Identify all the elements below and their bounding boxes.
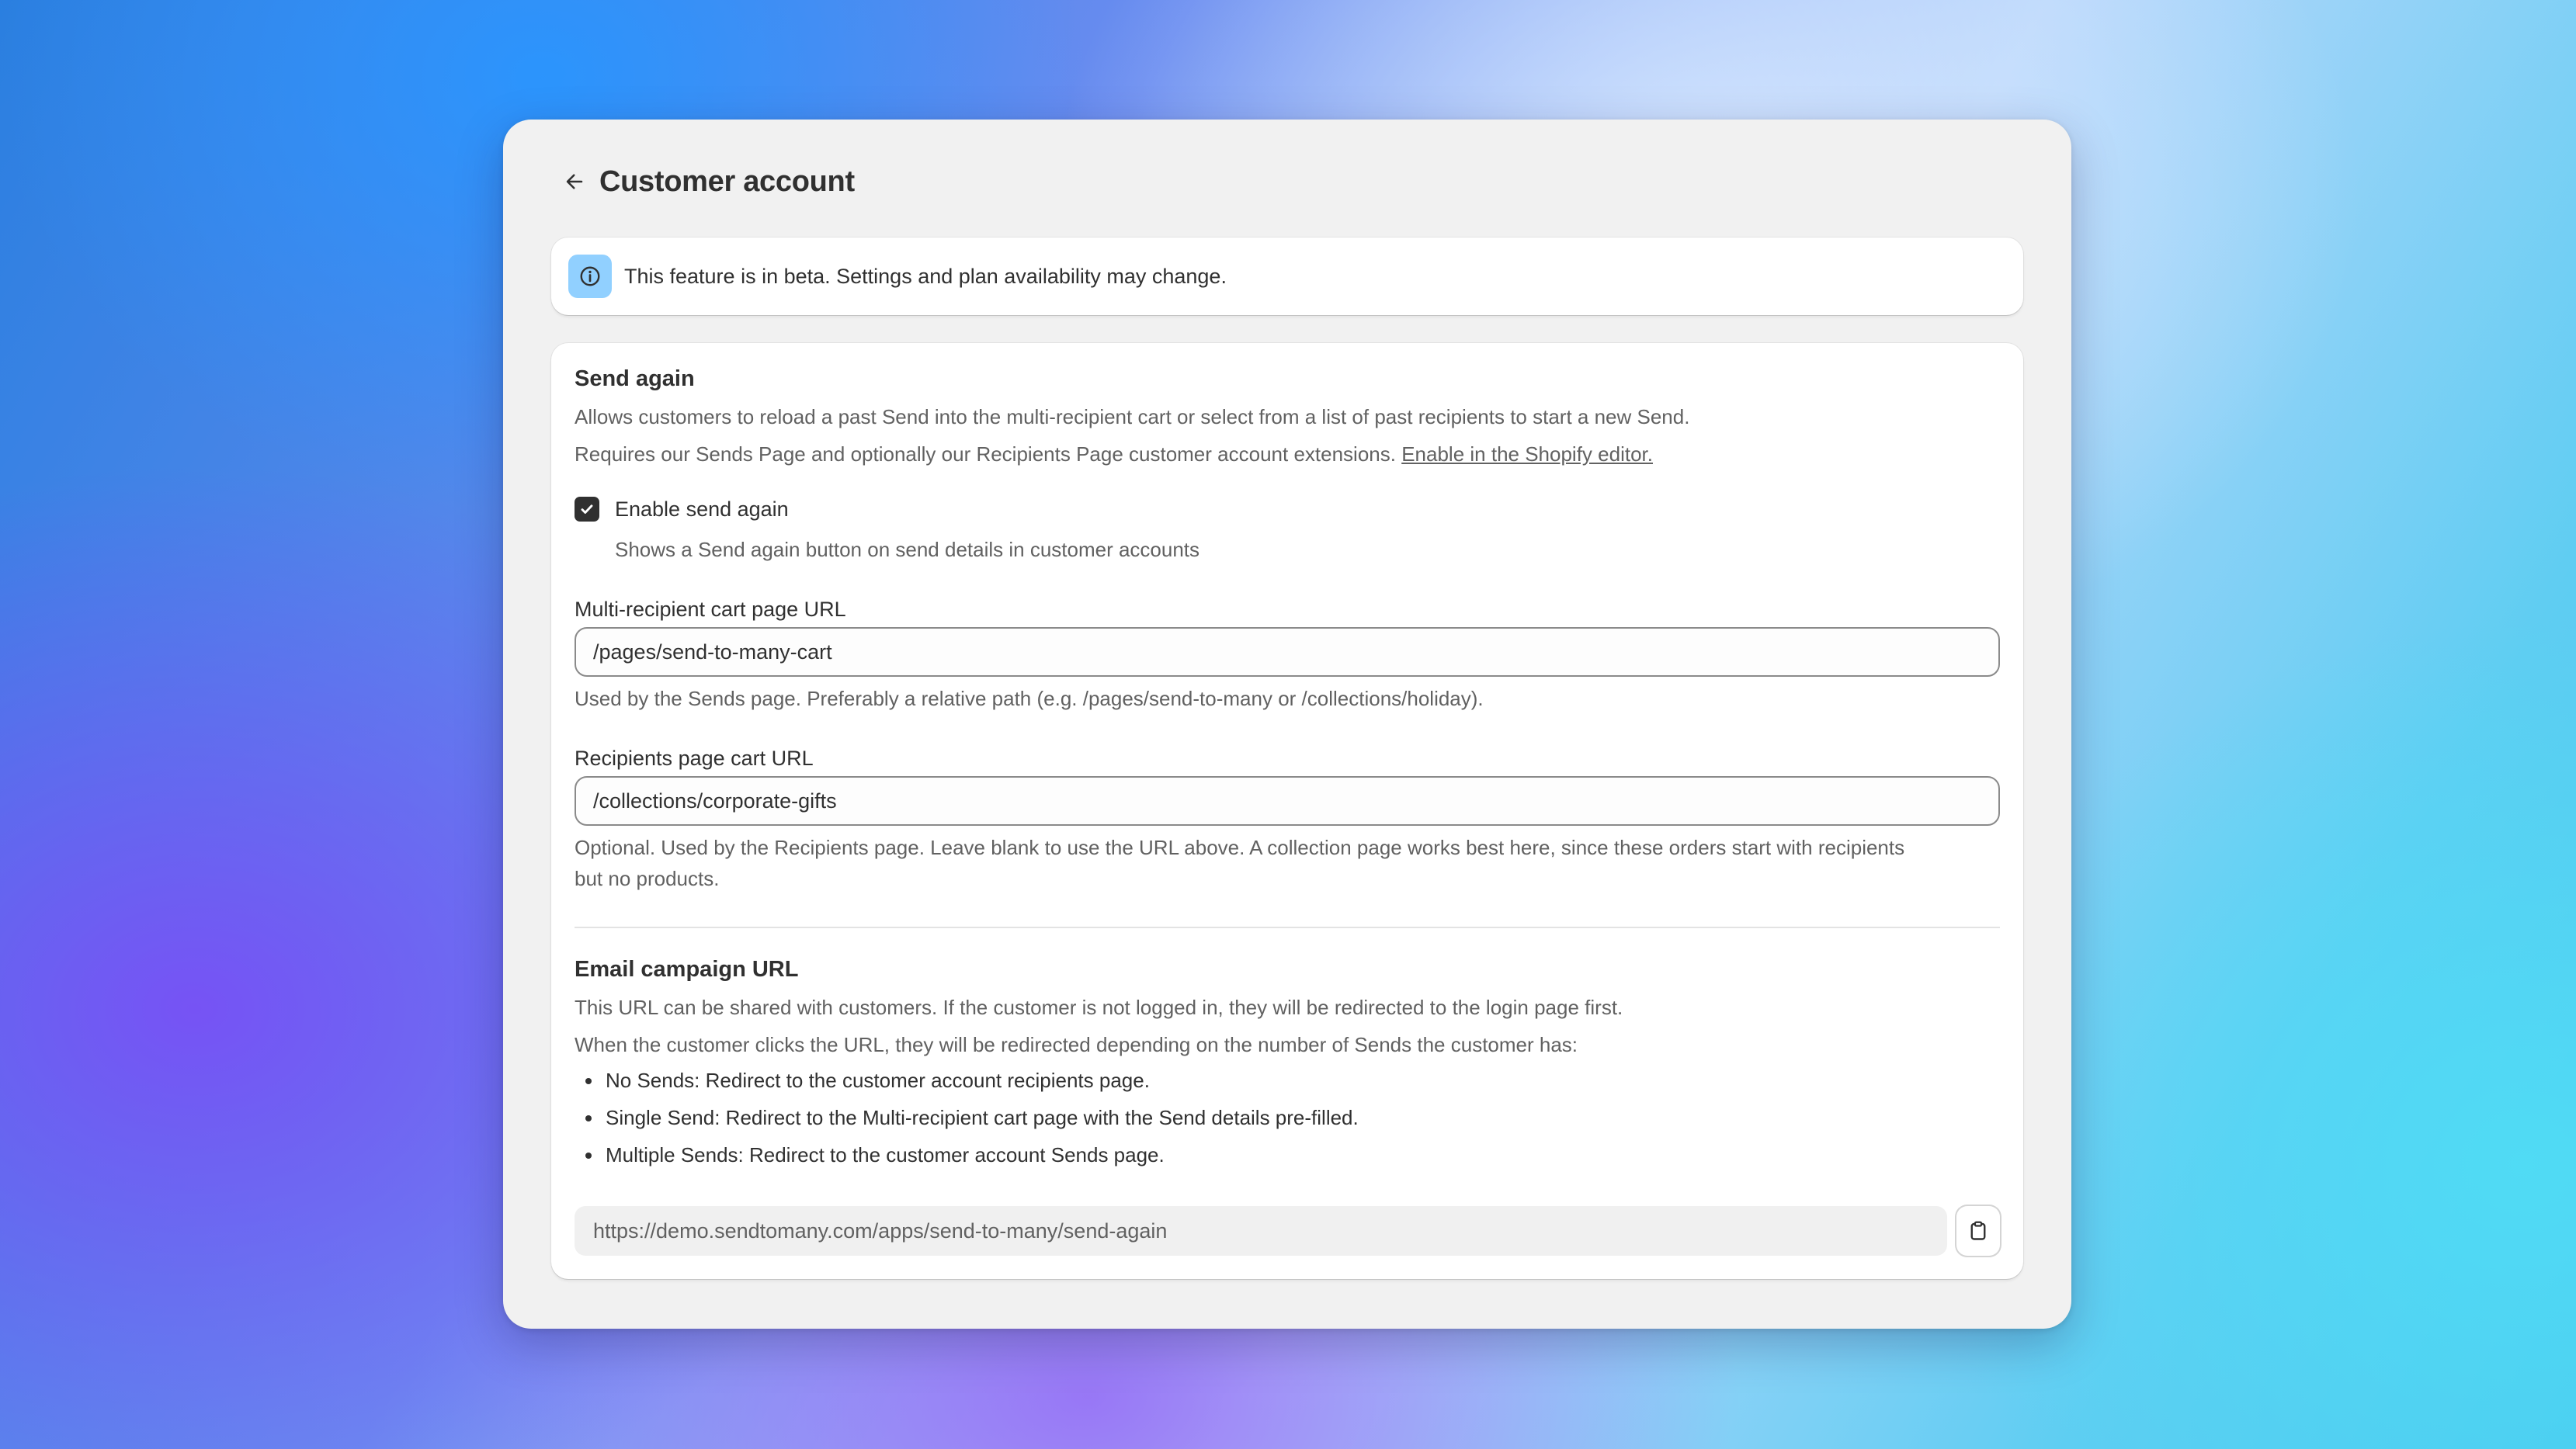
- settings-window: Customer account This feature is in beta…: [503, 120, 2071, 1329]
- page-header: Customer account: [557, 158, 855, 205]
- enable-send-again-help: Shows a Send again button on send detail…: [615, 538, 1200, 561]
- cart-url-help: Used by the Sends page. Preferably a rel…: [575, 687, 1484, 710]
- section-divider: [575, 927, 2000, 928]
- send-again-title: Send again: [575, 366, 695, 391]
- recipients-url-help-line1: Optional. Used by the Recipients page. L…: [575, 836, 1905, 859]
- enable-send-again-row: Enable send again: [575, 497, 789, 522]
- list-item: Multiple Sends: Redirect to the customer…: [575, 1136, 1359, 1173]
- recipients-url-help-line2: but no products.: [575, 867, 720, 890]
- email-campaign-line2: When the customer clicks the URL, they w…: [575, 1033, 1578, 1056]
- arrow-left-icon: [566, 174, 583, 189]
- send-again-requirement: Requires our Sends Page and optionally o…: [575, 442, 1396, 466]
- beta-banner: This feature is in beta. Settings and pl…: [551, 237, 2023, 315]
- back-button[interactable]: [557, 165, 592, 199]
- recipients-url-label: Recipients page cart URL: [575, 747, 814, 770]
- copy-url-button[interactable]: [1956, 1206, 2000, 1256]
- list-item: Single Send: Redirect to the Multi-recip…: [575, 1099, 1359, 1136]
- banner-text: This feature is in beta. Settings and pl…: [624, 264, 1227, 288]
- enable-send-again-label[interactable]: Enable send again: [615, 497, 789, 522]
- campaign-url-field[interactable]: [575, 1206, 1947, 1256]
- send-again-requirement-row: Requires our Sends Page and optionally o…: [575, 439, 1653, 470]
- email-campaign-line1: This URL can be shared with customers. I…: [575, 996, 1623, 1019]
- info-icon: [580, 266, 600, 286]
- page-title: Customer account: [599, 165, 855, 198]
- settings-card: Send again Allows customers to reload a …: [551, 343, 2023, 1279]
- cart-url-label: Multi-recipient cart page URL: [575, 598, 846, 621]
- clipboard-icon: [1970, 1221, 1986, 1240]
- info-badge: [568, 255, 612, 298]
- recipients-url-input[interactable]: [575, 776, 2000, 826]
- list-item: No Sends: Redirect to the customer accou…: [575, 1062, 1359, 1099]
- cart-url-input[interactable]: [575, 627, 2000, 677]
- checkmark-icon: [581, 504, 593, 514]
- redirect-rules-list: No Sends: Redirect to the customer accou…: [575, 1062, 1359, 1173]
- shopify-editor-link[interactable]: Enable in the Shopify editor.: [1401, 442, 1653, 466]
- send-again-description: Allows customers to reload a past Send i…: [575, 405, 1690, 428]
- enable-send-again-checkbox[interactable]: [575, 497, 599, 522]
- email-campaign-title: Email campaign URL: [575, 957, 799, 982]
